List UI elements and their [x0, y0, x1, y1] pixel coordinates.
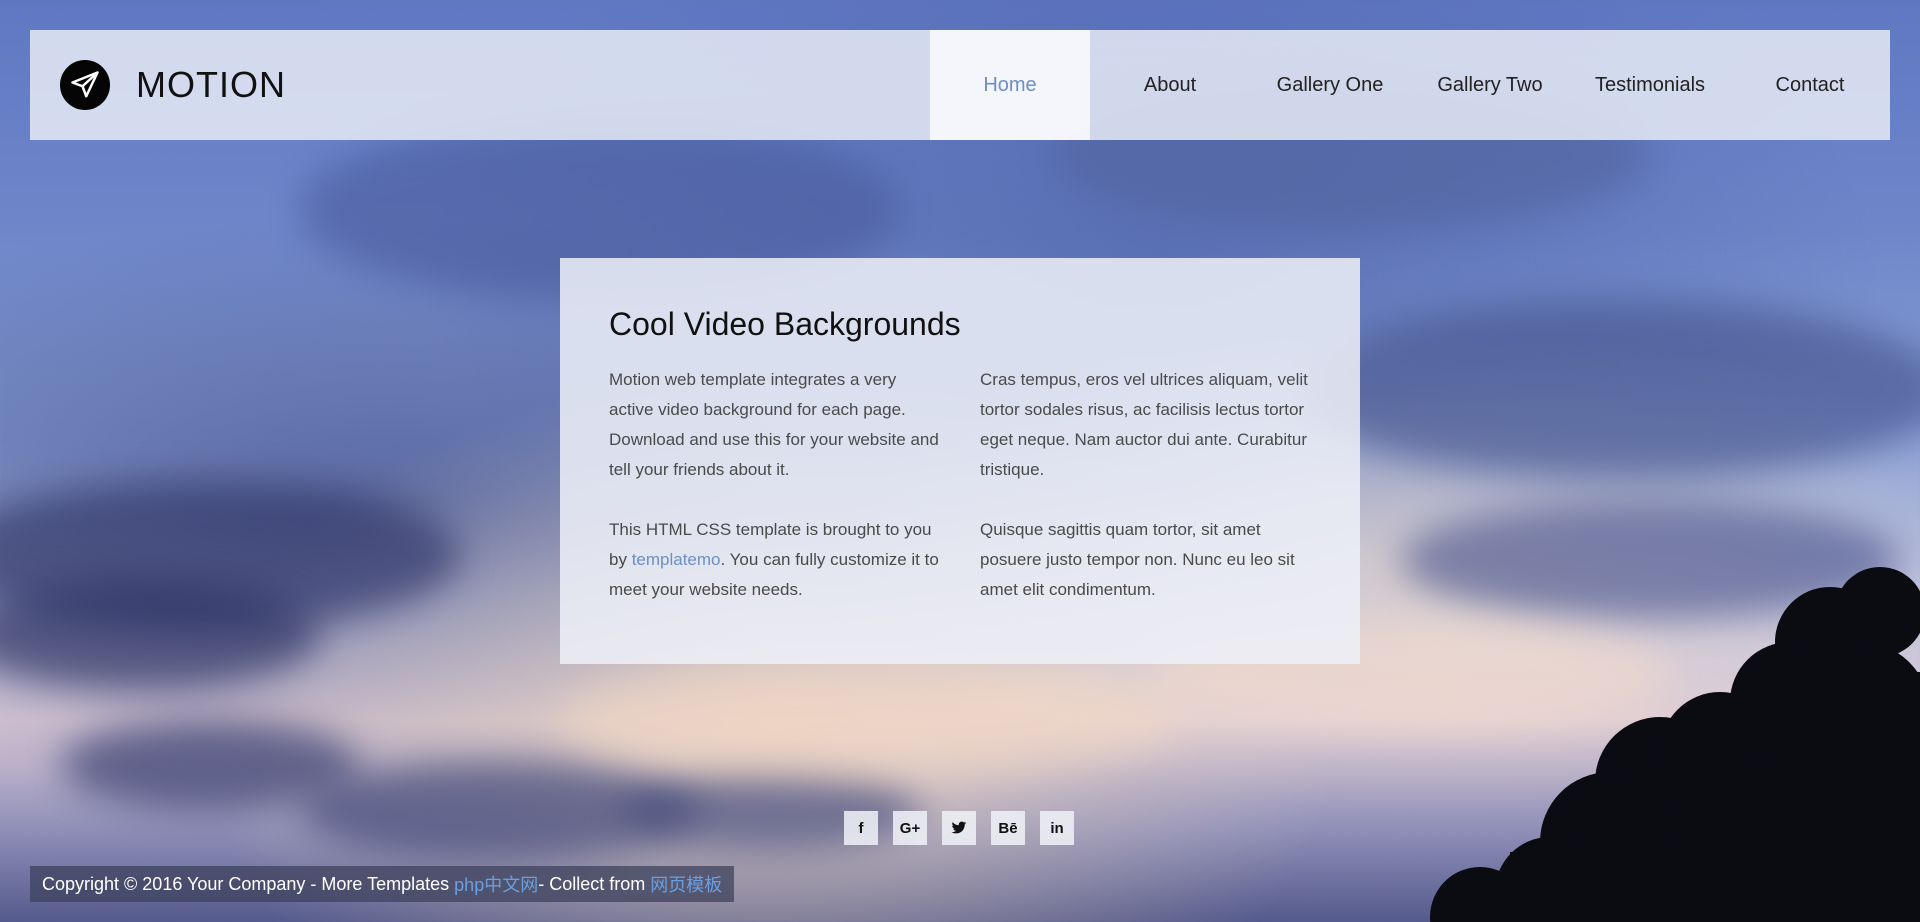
right-paragraph-2: Quisque sagittis quam tortor, sit amet p… — [980, 520, 1295, 599]
content-column-left: Motion web template integrates a very ac… — [609, 365, 939, 635]
nav-item-gallery-one[interactable]: Gallery One — [1250, 30, 1410, 140]
google-plus-icon[interactable]: G+ — [893, 811, 927, 845]
copyright-text: Copyright © 2016 Your Company - More Tem… — [42, 873, 450, 894]
brand-logo[interactable]: MOTION — [60, 60, 286, 110]
brand-name: MOTION — [136, 64, 286, 105]
paper-plane-icon — [60, 60, 110, 110]
nav-item-gallery-two[interactable]: Gallery Two — [1410, 30, 1570, 140]
page-title: Cool Video Backgrounds — [609, 306, 961, 342]
nav-item-about[interactable]: About — [1090, 30, 1250, 140]
linkedin-icon[interactable]: in — [1040, 811, 1074, 845]
site-footer: Copyright © 2016 Your Company - More Tem… — [30, 866, 735, 902]
left-paragraph-1: Motion web template integrates a very ac… — [609, 370, 939, 479]
footer-link-templates[interactable]: 网页模板 — [650, 871, 722, 897]
templatemo-link[interactable]: templatemo — [632, 550, 721, 569]
nav-item-home[interactable]: Home — [930, 30, 1090, 140]
nav-item-testimonials[interactable]: Testimonials — [1570, 30, 1730, 140]
main-nav: Home About Gallery One Gallery Two Testi… — [930, 30, 1890, 140]
right-paragraph-1: Cras tempus, eros vel ultrices aliquam, … — [980, 370, 1308, 479]
nav-item-contact[interactable]: Contact — [1730, 30, 1890, 140]
content-column-right: Cras tempus, eros vel ultrices aliquam, … — [980, 365, 1310, 635]
collect-from-text: - Collect from — [538, 873, 646, 894]
content-panel: Cool Video Backgrounds Motion web templa… — [560, 258, 1360, 664]
tree-silhouette — [1430, 567, 1920, 922]
behance-icon[interactable]: Bē — [991, 811, 1025, 845]
twitter-icon[interactable] — [942, 811, 976, 845]
site-header: MOTION Home About Gallery One Gallery Tw… — [30, 30, 1890, 140]
footer-link-php[interactable]: php中文网 — [454, 871, 538, 897]
facebook-icon[interactable]: f — [844, 811, 878, 845]
social-links: f G+ Bē in — [844, 811, 1074, 845]
left-paragraph-2: This HTML CSS template is brought to you… — [609, 515, 939, 605]
